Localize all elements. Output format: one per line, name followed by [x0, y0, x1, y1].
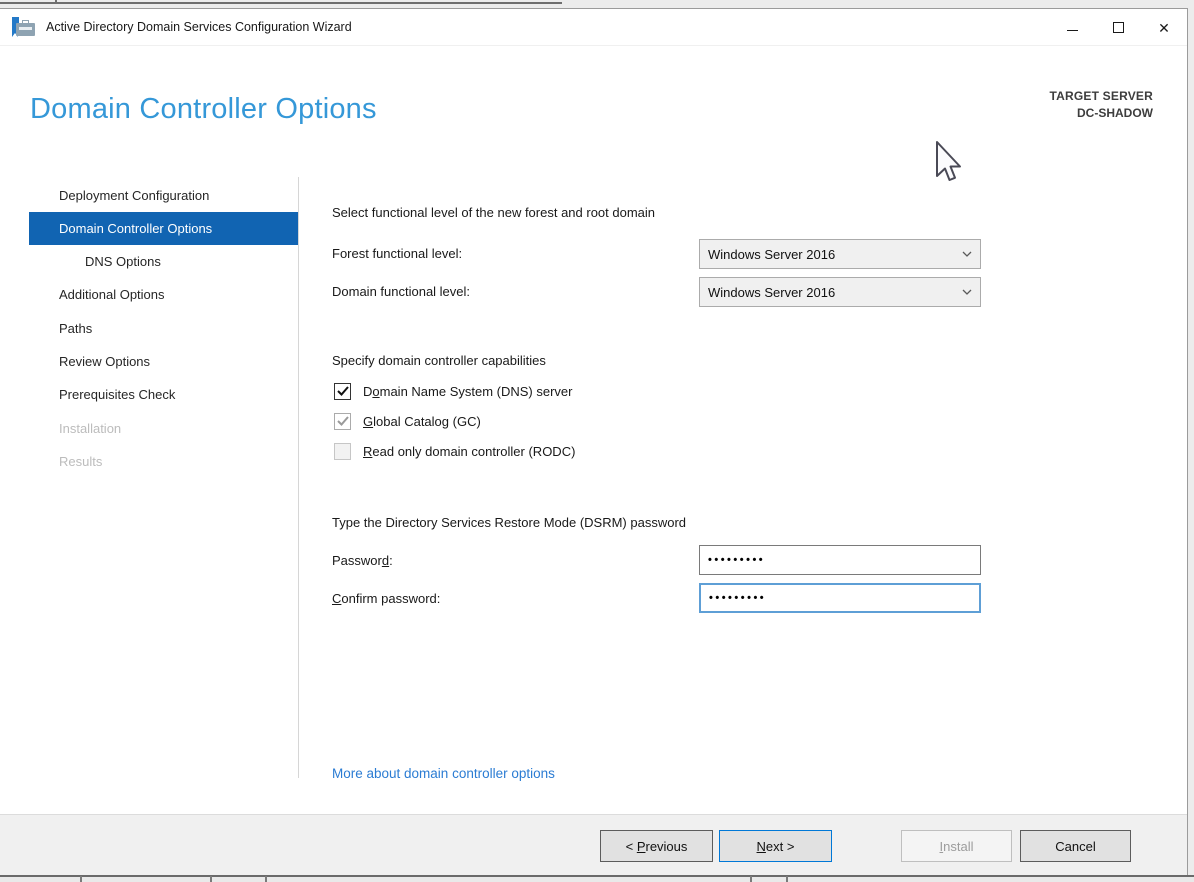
- sidebar-item-review-options[interactable]: Review Options: [29, 345, 298, 378]
- wizard-window: Active Directory Domain Services Configu…: [0, 8, 1188, 875]
- maximize-button[interactable]: [1095, 9, 1141, 46]
- cancel-button[interactable]: Cancel: [1020, 830, 1131, 862]
- screen: Active Directory Domain Services Configu…: [0, 0, 1194, 882]
- maximize-icon: [1112, 22, 1124, 33]
- forest-functional-level-value: Windows Server 2016: [708, 246, 836, 262]
- previous-button[interactable]: < Previous: [600, 830, 713, 862]
- dns-server-checkbox-label: Domain Name System (DNS) server: [363, 383, 573, 399]
- background-window-edge: [0, 2, 562, 4]
- sidebar-item-additional-options[interactable]: Additional Options: [29, 278, 298, 311]
- global-catalog-checkbox-label: Global Catalog (GC): [363, 413, 481, 429]
- password-label: Password:: [332, 553, 393, 568]
- forest-functional-level-label: Forest functional level:: [332, 246, 463, 261]
- global-catalog-checkbox-row: Global Catalog (GC): [334, 410, 481, 432]
- background-window-bottom: [0, 875, 1194, 882]
- functional-level-heading: Select functional level of the new fores…: [332, 205, 656, 220]
- forest-functional-level-select[interactable]: Windows Server 2016: [699, 239, 981, 269]
- rodc-checkbox-label: Read only domain controller (RODC): [363, 443, 576, 459]
- background-divider: [80, 876, 82, 882]
- dns-server-checkbox-row: Domain Name System (DNS) server: [334, 380, 573, 402]
- sidebar-item-prerequisites-check[interactable]: Prerequisites Check: [29, 378, 298, 411]
- chevron-down-icon: [962, 251, 972, 257]
- domain-functional-level-label: Domain functional level:: [332, 284, 471, 299]
- close-icon: ✕: [1158, 19, 1170, 36]
- page-title: Domain Controller Options: [30, 93, 377, 125]
- button-bar: < Previous Next > Install Cancel: [0, 814, 1187, 875]
- chevron-down-icon: [962, 289, 972, 295]
- dns-server-checkbox[interactable]: [334, 382, 351, 400]
- rodc-checkbox: [334, 442, 351, 460]
- sidebar-item-deployment-configuration[interactable]: Deployment Configuration: [29, 179, 298, 212]
- next-button[interactable]: Next >: [719, 830, 832, 862]
- target-server-block: TARGET SERVER DC-SHADOW: [1049, 89, 1153, 120]
- minimize-icon: [1066, 30, 1078, 31]
- sidebar-item-domain-controller-options[interactable]: Domain Controller Options: [29, 212, 298, 245]
- title-bar[interactable]: Active Directory Domain Services Configu…: [0, 9, 1187, 46]
- server-manager-icon: [12, 17, 36, 37]
- sidebar-item-results: Results: [59, 454, 103, 469]
- sidebar-divider: [298, 177, 299, 778]
- global-catalog-checkbox: [334, 412, 351, 430]
- background-window-tick: [55, 0, 57, 4]
- background-divider: [265, 876, 267, 882]
- password-input[interactable]: •••••••••: [699, 545, 981, 575]
- domain-functional-level-value: Windows Server 2016: [708, 284, 836, 300]
- dsrm-heading: Type the Directory Services Restore Mode…: [332, 515, 687, 530]
- install-button: Install: [901, 830, 1012, 862]
- target-server-name: DC-SHADOW: [1077, 106, 1153, 120]
- sidebar-item-installation: Installation: [59, 421, 122, 436]
- domain-functional-level-select[interactable]: Windows Server 2016: [699, 277, 981, 307]
- background-divider: [786, 876, 788, 882]
- sidebar-item-paths[interactable]: Paths: [29, 312, 298, 345]
- confirm-password-label: Confirm password:: [332, 591, 441, 606]
- window-title: Active Directory Domain Services Configu…: [46, 20, 352, 34]
- checkmark-icon: [336, 386, 349, 396]
- minimize-button[interactable]: [1049, 9, 1095, 46]
- target-server-label: TARGET SERVER: [1049, 89, 1153, 103]
- background-divider: [210, 876, 212, 882]
- rodc-checkbox-row: Read only domain controller (RODC): [334, 440, 575, 462]
- background-divider: [750, 876, 752, 882]
- close-button[interactable]: ✕: [1141, 9, 1187, 46]
- sidebar-item-dns-options[interactable]: DNS Options: [29, 245, 298, 278]
- capabilities-heading: Specify domain controller capabilities: [332, 353, 546, 368]
- more-about-link[interactable]: More about domain controller options: [332, 766, 555, 781]
- checkmark-icon: [336, 416, 349, 426]
- confirm-password-input[interactable]: •••••••••: [699, 583, 981, 613]
